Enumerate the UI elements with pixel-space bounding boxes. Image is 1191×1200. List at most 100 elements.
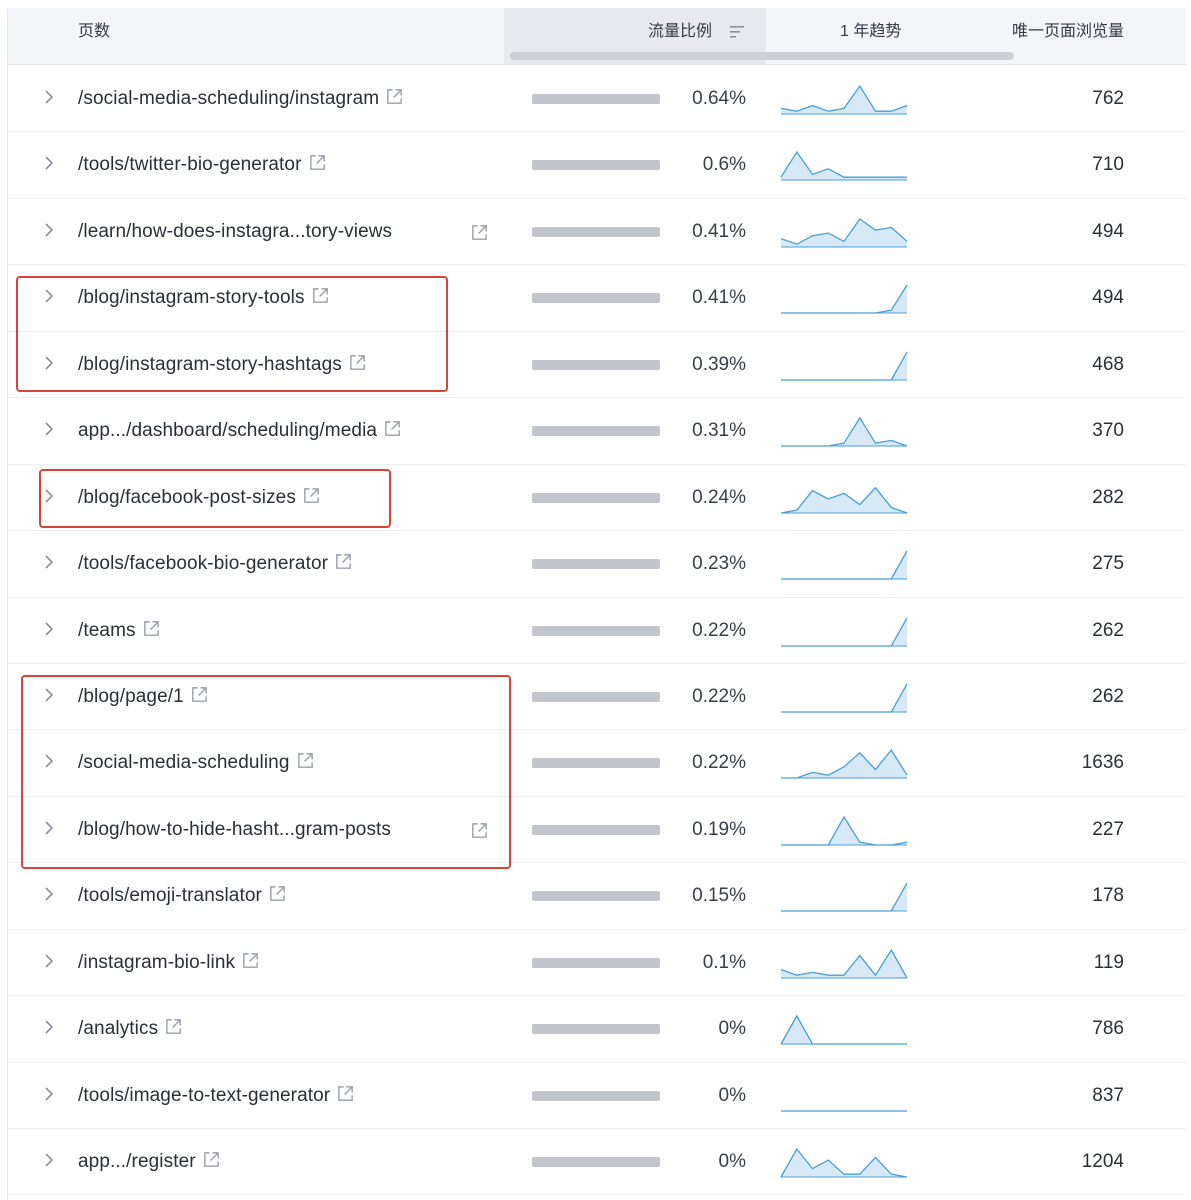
external-link-icon[interactable]: [336, 1084, 355, 1103]
page-path-link[interactable]: /tools/facebook-bio-generator: [78, 531, 353, 597]
external-link-icon[interactable]: [383, 419, 402, 438]
chevron-right-icon[interactable]: [42, 154, 56, 172]
trend-sparkline[interactable]: [779, 148, 909, 184]
external-link-icon[interactable]: [302, 486, 321, 505]
external-link-icon[interactable]: [470, 821, 489, 840]
page-path-link[interactable]: /learn/how-does-instagra...tory-views: [78, 199, 487, 265]
chevron-right-icon[interactable]: [42, 1018, 56, 1036]
page-path-link[interactable]: /blog/instagram-story-tools: [78, 265, 330, 331]
external-link-icon[interactable]: [296, 751, 315, 770]
trend-sparkline[interactable]: [779, 348, 909, 384]
external-link-icon[interactable]: [164, 1017, 183, 1036]
trend-sparkline[interactable]: [779, 82, 909, 118]
external-link-icon[interactable]: [334, 552, 353, 571]
page-path-link[interactable]: /teams: [78, 598, 161, 664]
trend-sparkline[interactable]: [779, 680, 909, 716]
external-link-icon[interactable]: [385, 87, 404, 106]
column-header-unique-pageviews[interactable]: 唯一页面浏览量: [1012, 8, 1124, 56]
trend-sparkline[interactable]: [779, 746, 909, 782]
table-row[interactable]: /blog/instagram-story-tools 0.41% 494: [8, 265, 1186, 332]
page-path-text[interactable]: /tools/twitter-bio-generator: [78, 154, 302, 175]
page-path-text[interactable]: app.../dashboard/scheduling/media: [78, 420, 377, 441]
external-link-icon[interactable]: [268, 884, 287, 903]
table-row[interactable]: /learn/how-does-instagra...tory-views 0.4…: [8, 199, 1186, 266]
page-path-link[interactable]: /blog/instagram-story-hashtags: [78, 332, 367, 398]
trend-sparkline[interactable]: [779, 547, 909, 583]
table-row[interactable]: app.../register 0% 1204: [8, 1129, 1186, 1196]
page-path-text[interactable]: /tools/image-to-text-generator: [78, 1085, 330, 1106]
trend-sparkline[interactable]: [779, 481, 909, 517]
chevron-right-icon[interactable]: [42, 487, 56, 505]
column-header-traffic-share[interactable]: 流量比例: [648, 8, 712, 56]
table-row[interactable]: /instagram-bio-link 0.1% 119: [8, 930, 1186, 997]
trend-sparkline[interactable]: [779, 1079, 909, 1115]
page-path-link[interactable]: /blog/page/1: [78, 664, 209, 730]
chevron-right-icon[interactable]: [42, 221, 56, 239]
page-path-text[interactable]: /tools/facebook-bio-generator: [78, 553, 328, 574]
chevron-right-icon[interactable]: [42, 1151, 56, 1169]
external-link-icon[interactable]: [311, 286, 330, 305]
chevron-right-icon[interactable]: [42, 1085, 56, 1103]
chevron-right-icon[interactable]: [42, 553, 56, 571]
table-row[interactable]: /tools/facebook-bio-generator 0.23% 275: [8, 531, 1186, 598]
page-path-text[interactable]: /social-media-scheduling: [78, 752, 290, 773]
table-row[interactable]: /blog/page/1 0.22% 262: [8, 664, 1186, 731]
page-path-text[interactable]: /blog/page/1: [78, 686, 184, 707]
chevron-right-icon[interactable]: [42, 88, 56, 106]
page-path-link[interactable]: /blog/how-to-hide-hasht...gram-posts: [78, 797, 487, 863]
trend-sparkline[interactable]: [779, 946, 909, 982]
page-path-text[interactable]: app.../register: [78, 1151, 196, 1172]
page-path-link[interactable]: /blog/facebook-post-sizes: [78, 465, 321, 531]
chevron-right-icon[interactable]: [42, 952, 56, 970]
page-path-text[interactable]: /social-media-scheduling/instagram: [78, 88, 379, 109]
page-path-text[interactable]: /blog/facebook-post-sizes: [78, 487, 296, 508]
column-header-trend[interactable]: 1 年趋势: [840, 8, 901, 56]
trend-sparkline[interactable]: [779, 281, 909, 317]
page-path-link[interactable]: /analytics: [78, 996, 183, 1062]
chevron-right-icon[interactable]: [42, 420, 56, 438]
table-row[interactable]: /blog/how-to-hide-hasht...gram-posts 0.19…: [8, 797, 1186, 864]
chevron-right-icon[interactable]: [42, 620, 56, 638]
chevron-right-icon[interactable]: [42, 287, 56, 305]
chevron-right-icon[interactable]: [42, 686, 56, 704]
page-path-link[interactable]: /tools/emoji-translator: [78, 863, 287, 929]
page-path-text[interactable]: /tools/emoji-translator: [78, 885, 262, 906]
external-link-icon[interactable]: [348, 353, 367, 372]
trend-sparkline[interactable]: [779, 879, 909, 915]
external-link-icon[interactable]: [202, 1150, 221, 1169]
table-row[interactable]: /social-media-scheduling/instagram 0.64% 7…: [8, 66, 1186, 133]
sort-descending-icon[interactable]: [728, 22, 748, 42]
trend-sparkline[interactable]: [779, 414, 909, 450]
page-path-text[interactable]: /teams: [78, 620, 136, 641]
external-link-icon[interactable]: [142, 619, 161, 638]
page-path-text[interactable]: /analytics: [78, 1018, 158, 1039]
chevron-right-icon[interactable]: [42, 885, 56, 903]
chevron-right-icon[interactable]: [42, 354, 56, 372]
trend-sparkline[interactable]: [779, 1012, 909, 1048]
page-path-text[interactable]: /instagram-bio-link: [78, 952, 235, 973]
external-link-icon[interactable]: [241, 951, 260, 970]
trend-sparkline[interactable]: [779, 1145, 909, 1181]
page-path-text[interactable]: /blog/instagram-story-tools: [78, 287, 305, 308]
table-row[interactable]: /tools/image-to-text-generator 0% 837: [8, 1063, 1186, 1129]
page-path-link[interactable]: /social-media-scheduling: [78, 730, 315, 796]
page-path-link[interactable]: /instagram-bio-link: [78, 930, 260, 996]
horizontal-scrollbar[interactable]: [510, 52, 1014, 60]
table-row[interactable]: /blog/instagram-story-hashtags 0.39% 468: [8, 332, 1186, 399]
table-row[interactable]: /tools/emoji-translator 0.15% 178: [8, 863, 1186, 930]
chevron-right-icon[interactable]: [42, 752, 56, 770]
external-link-icon[interactable]: [308, 153, 327, 172]
page-path-text[interactable]: /learn/how-does-instagra...tory-views: [78, 221, 392, 242]
chevron-right-icon[interactable]: [42, 819, 56, 837]
table-row[interactable]: /teams 0.22% 262: [8, 598, 1186, 664]
page-path-link[interactable]: /tools/twitter-bio-generator: [78, 132, 327, 198]
external-link-icon[interactable]: [470, 223, 489, 242]
page-path-link[interactable]: /tools/image-to-text-generator: [78, 1063, 355, 1129]
page-path-text[interactable]: /blog/how-to-hide-hasht...gram-posts: [78, 819, 391, 840]
trend-sparkline[interactable]: [779, 614, 909, 650]
external-link-icon[interactable]: [190, 685, 209, 704]
page-path-text[interactable]: /blog/instagram-story-hashtags: [78, 354, 342, 375]
table-row[interactable]: app.../dashboard/scheduling/media 0.31% 37…: [8, 398, 1186, 465]
column-header-pages[interactable]: 页数: [78, 8, 110, 56]
trend-sparkline[interactable]: [779, 215, 909, 251]
